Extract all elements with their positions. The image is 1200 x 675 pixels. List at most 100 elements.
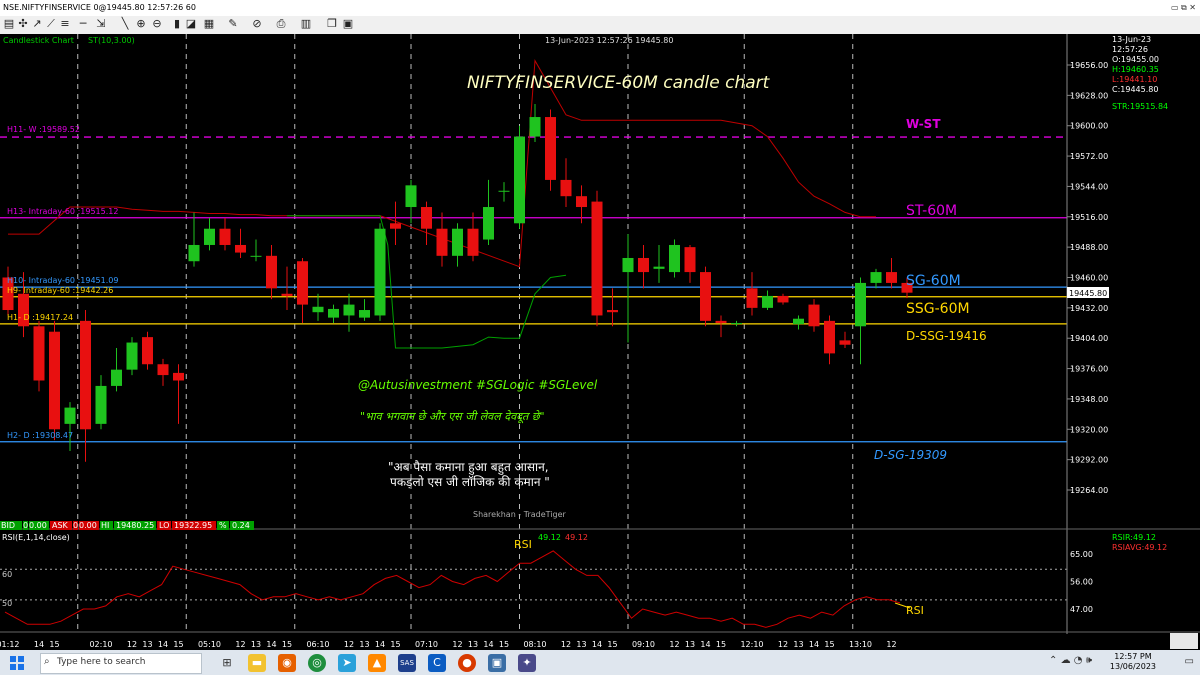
candle-body	[421, 207, 432, 229]
level-label-h10: H10- Intraday-60 :19451.09	[7, 276, 118, 285]
chart-title: NIFTYFINSERVICE-60M candle chart	[467, 73, 771, 93]
sas-icon[interactable]: SAS	[398, 654, 416, 672]
time-tick-label: 12	[344, 640, 354, 649]
candle-body	[715, 320, 727, 324]
settings-icon[interactable]: ▥	[300, 18, 312, 30]
ohlc-close: C:19445.80	[1112, 85, 1158, 94]
ohlc-high: H:19460.35	[1112, 65, 1159, 74]
candle-body	[591, 201, 603, 316]
candle-body	[343, 304, 355, 316]
search-placeholder: Type here to search	[57, 657, 146, 667]
draw-line-icon[interactable]: ↗	[31, 18, 43, 30]
horizontal-line-icon[interactable]: ─	[77, 18, 89, 30]
app-window-icon[interactable]: ▣	[488, 654, 506, 672]
clock-date: 13/06/2023	[1109, 662, 1156, 671]
chrome-icon[interactable]: ◎	[308, 654, 326, 672]
app-chart-icon[interactable]: ✦	[518, 654, 536, 672]
tradetiger-icon[interactable]: ●	[458, 654, 476, 672]
system-clock[interactable]: 12:57 PM 13/06/2023	[1110, 652, 1156, 672]
social-handle: @Autusinvestment #SGLogic #SGLevel	[358, 378, 598, 392]
chart-canvas[interactable]: 19656.00 19628.00 19600.00 19572.00 19544.00…	[0, 34, 1200, 650]
copy-icon[interactable]: ❐	[326, 18, 338, 30]
time-tick-label: 14	[266, 640, 276, 649]
candle-body	[359, 310, 370, 318]
candle-body	[855, 282, 866, 327]
channel-icon[interactable]: ⇲	[95, 18, 107, 30]
candle-body	[653, 266, 665, 269]
candle-body	[607, 310, 618, 313]
template-icon[interactable]: ▦	[203, 18, 215, 30]
ask-price: 0.00	[79, 521, 97, 530]
candle-body	[64, 407, 76, 424]
time-tick-label: 15	[390, 640, 400, 649]
app-c-icon[interactable]: C	[428, 654, 446, 672]
price-tick-label: 19432.00	[1070, 304, 1108, 313]
eraser-icon[interactable]: ✎	[227, 18, 239, 30]
candle-body	[188, 244, 200, 262]
candle-body	[684, 247, 696, 273]
crosshair-datetime: 13-Jun-2023 12:57:26 19445.80	[545, 36, 673, 45]
fibonacci-icon[interactable]: ≡	[59, 18, 71, 30]
candle-body	[405, 185, 417, 208]
windows-start-icon[interactable]	[10, 655, 24, 670]
window-controls[interactable]: ▭ ⧉ ✕	[1171, 0, 1196, 16]
time-tick-label: 09:10	[632, 640, 655, 649]
zoom-out-icon[interactable]: ⊖	[151, 18, 163, 30]
candle-body	[839, 340, 851, 345]
watermark: Sharekhan - TradeTiger	[473, 510, 567, 519]
rsi-panel-label: RSI(E,1,14,close)	[2, 533, 70, 542]
rsi-tick-label: 65.00	[1070, 550, 1093, 559]
candle-body	[157, 364, 169, 376]
last-price-value: 19445.80	[1069, 289, 1107, 298]
vlc-icon[interactable]: ▲	[368, 654, 386, 672]
firefox-icon[interactable]: ◉	[278, 654, 296, 672]
time-tick-label: 15	[607, 640, 617, 649]
bid-label: BID	[1, 521, 15, 530]
rsi-tick-label: 47.00	[1070, 605, 1093, 614]
candle-body	[514, 136, 525, 224]
time-tick-label: 14	[375, 640, 385, 649]
lo-value: 19322.95	[174, 521, 212, 530]
time-tick-label: 15	[499, 640, 509, 649]
pan-icon[interactable]: ▮	[171, 18, 183, 30]
task-view-icon[interactable]: ⊞	[218, 654, 236, 672]
candle-body	[266, 255, 277, 289]
taskbar-search[interactable]: ⌕ Type here to search	[40, 653, 202, 674]
delete-icon[interactable]: ▣	[342, 18, 354, 30]
hi-value: 19480.25	[116, 521, 154, 530]
crosshair-icon[interactable]: ✣	[17, 18, 29, 30]
price-tick-label: 19488.00	[1070, 243, 1108, 252]
candle-body	[204, 228, 215, 245]
time-tick-label: 12	[669, 640, 679, 649]
chart-type-label: Candlestick Chart	[3, 36, 74, 45]
candle-body	[576, 196, 587, 208]
text-icon[interactable]: ╲	[119, 18, 131, 30]
candle-body	[731, 323, 742, 325]
time-tick-label: 15	[49, 640, 59, 649]
print-icon[interactable]: ⎙	[275, 18, 287, 30]
time-tick-label: 15	[824, 640, 834, 649]
candle-body	[638, 257, 649, 273]
system-tray-icons[interactable]: ⌃ ☁ ◔ 🕪	[1049, 655, 1092, 666]
indicator-icon[interactable]: ◪	[185, 18, 197, 30]
time-tick-label: 13	[468, 640, 478, 649]
notification-icon[interactable]: ▭	[1185, 656, 1194, 667]
candle-body	[498, 190, 510, 192]
candle-body	[483, 207, 494, 240]
chart-toolbar: ▤ ✣ ↗ ⟋ ≡ ─ ⇲ ╲ ⊕ ⊖ ▮ ◪ ▦ ✎ ⊘ ⎙ ▥ ❐ ▣	[0, 16, 1200, 35]
ask-label: ASK	[52, 521, 69, 530]
lock-icon[interactable]: ⊘	[251, 18, 263, 30]
bid-price: 0.00	[29, 521, 47, 530]
telegram-icon[interactable]: ➤	[338, 654, 356, 672]
rsi-tick-label: 56.00	[1070, 578, 1093, 587]
candle-body	[777, 295, 789, 303]
new-chart-icon[interactable]: ▤	[3, 18, 15, 30]
zoom-in-icon[interactable]: ⊕	[135, 18, 147, 30]
time-tick-label: 14	[700, 640, 710, 649]
rsi-value-2: 49.12	[565, 533, 588, 542]
candle-body	[219, 228, 231, 245]
trendline-icon[interactable]: ⟋	[45, 18, 57, 30]
candle-body	[173, 372, 184, 381]
candle-body	[870, 272, 882, 283]
file-explorer-icon[interactable]: ▬	[248, 654, 266, 672]
